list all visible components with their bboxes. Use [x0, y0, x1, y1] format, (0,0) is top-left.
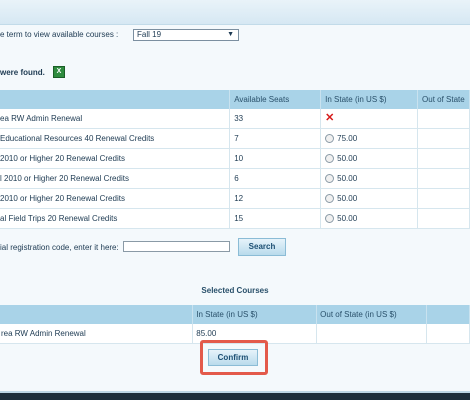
price-value: 50.00	[337, 193, 358, 203]
price-radio[interactable]	[325, 174, 335, 184]
price-value: 75.00	[337, 133, 358, 143]
table-row: al Field Trips 20 Renewal Credits 15 50.…	[0, 208, 470, 229]
course-registration-panel: e term to view available courses : Fall …	[0, 0, 470, 392]
table-row: l 2010 or Higher 20 Renewal Credits 6 50…	[0, 168, 470, 189]
header-course	[0, 90, 231, 109]
term-label: e term to view available courses :	[0, 30, 119, 39]
course-name: al Field Trips 20 Renewal Credits	[0, 208, 231, 229]
registration-code-label: ial registration code, enter it here:	[0, 243, 119, 252]
available-seats: 33	[229, 109, 322, 129]
chevron-down-icon: ▼	[227, 31, 234, 38]
available-seats: 15	[229, 208, 322, 229]
available-courses-table: Available Seats In State (in US $) Out o…	[0, 90, 470, 229]
price-value: 50.00	[337, 213, 358, 223]
header-in-state: In State (in US $)	[192, 305, 318, 324]
table-row: Educational Resources 40 Renewal Credits…	[0, 128, 470, 149]
confirm-button[interactable]: Confirm	[208, 349, 258, 366]
registration-code-input[interactable]	[123, 241, 230, 252]
table-row: ea RW Admin Renewal 33 ✕	[0, 109, 470, 129]
header-out-of-state: Out of State	[417, 90, 470, 109]
header-course	[0, 305, 194, 324]
excel-icon[interactable]: X	[53, 66, 65, 78]
table-header-row: In State (in US $) Out of State (in US $…	[0, 305, 470, 324]
available-seats: 10	[229, 148, 322, 169]
bottom-divider	[0, 391, 470, 393]
remove-icon[interactable]: ✕	[325, 112, 334, 124]
price-radio[interactable]	[325, 134, 335, 144]
available-seats: 6	[229, 168, 322, 189]
results-found-text: were found.	[0, 68, 45, 77]
selected-courses-table: In State (in US $) Out of State (in US $…	[0, 305, 470, 344]
selected-course-name: rea RW Admin Renewal	[0, 324, 194, 344]
header-out-of-state: Out of State (in US $)	[316, 305, 428, 324]
price-radio[interactable]	[325, 154, 335, 164]
course-name: Educational Resources 40 Renewal Credits	[0, 128, 231, 149]
header-available-seats: Available Seats	[229, 90, 322, 109]
search-button[interactable]: Search	[238, 238, 286, 256]
course-name: 2010 or Higher 20 Renewal Credits	[0, 188, 231, 209]
table-row: 2010 or Higher 20 Renewal Credits 12 50.…	[0, 188, 470, 209]
price-radio[interactable]	[325, 194, 335, 204]
available-seats: 12	[229, 188, 322, 209]
price-radio[interactable]	[325, 214, 335, 224]
course-name: 2010 or Higher 20 Renewal Credits	[0, 148, 231, 169]
term-select-value: Fall 19	[137, 30, 162, 39]
out-of-state-price	[316, 324, 428, 344]
term-select[interactable]: Fall 19 ▼	[133, 29, 239, 41]
header-in-state: In State (in US $)	[320, 90, 419, 109]
price-value: 50.00	[337, 173, 358, 183]
table-row: 2010 or Higher 20 Renewal Credits 10 50.…	[0, 148, 470, 169]
course-name: ea RW Admin Renewal	[0, 109, 231, 129]
price-value: 50.00	[337, 153, 358, 163]
selected-courses-title: Selected Courses	[201, 286, 269, 295]
table-header-row: Available Seats In State (in US $) Out o…	[0, 90, 470, 109]
course-name: l 2010 or Higher 20 Renewal Credits	[0, 168, 231, 189]
available-seats: 7	[229, 128, 322, 149]
top-bar	[0, 0, 470, 25]
